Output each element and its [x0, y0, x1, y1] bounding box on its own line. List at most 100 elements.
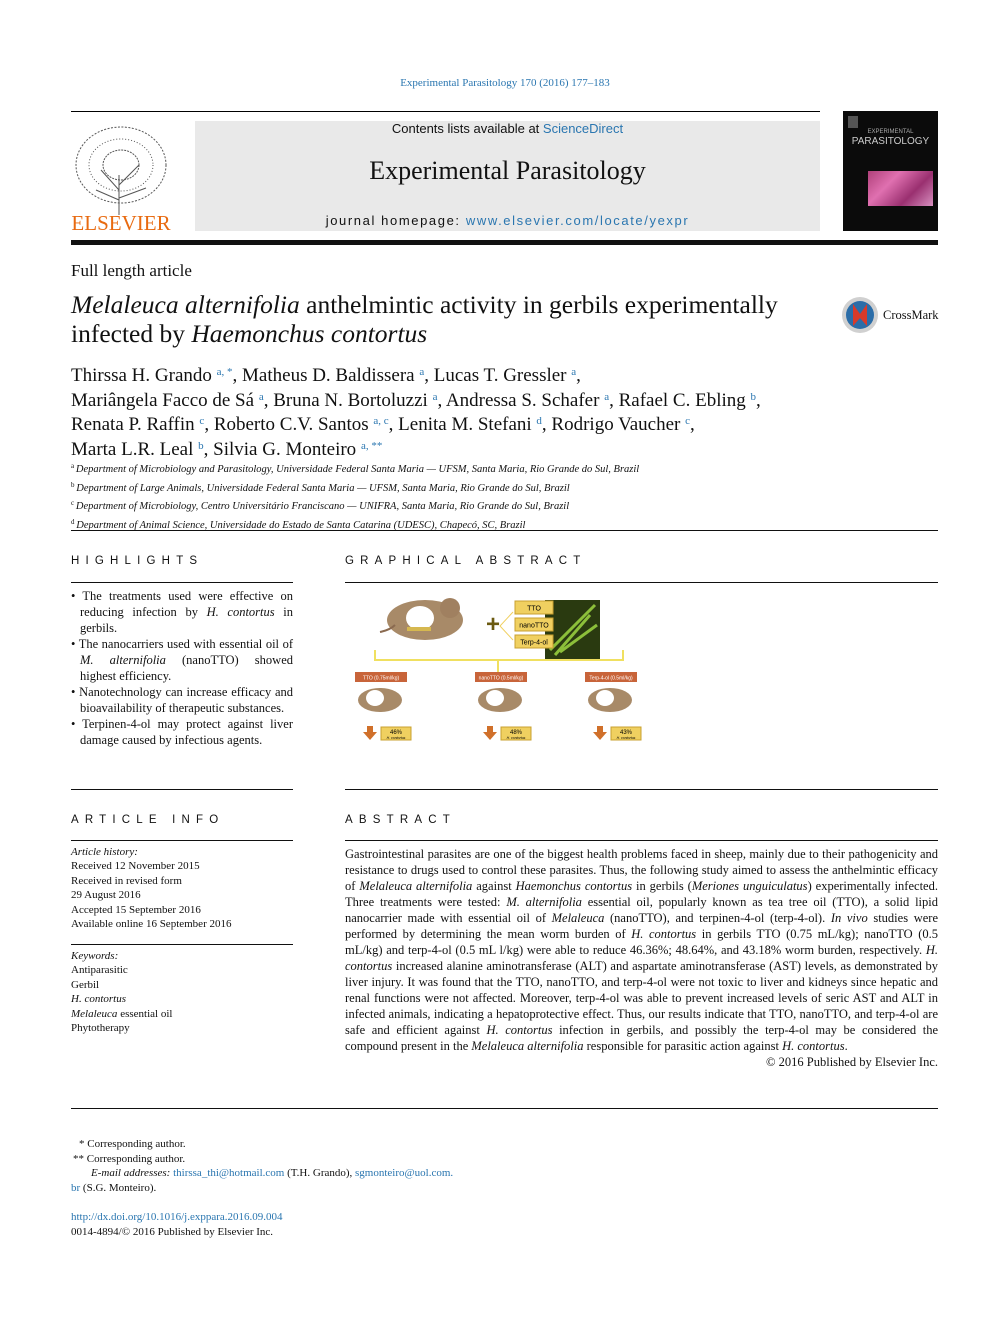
abstract-text: Gastrointestinal parasites are one of th… [345, 846, 938, 1054]
footnote-corresponding-1: Corresponding author. [87, 1138, 186, 1150]
graphical-abstract-heading: GRAPHICAL ABSTRACT [345, 555, 587, 567]
author-affiliation-mark[interactable]: c [199, 415, 204, 427]
article-type: Full length article [71, 261, 192, 280]
keyword[interactable]: Antiparasitic [71, 963, 172, 977]
author-affiliation-mark[interactable]: c [685, 415, 690, 427]
sciencedirect-link[interactable]: ScienceDirect [543, 121, 623, 136]
history-entry: Accepted 15 September 2016 [71, 903, 201, 916]
author-name[interactable]: Roberto C.V. Santos [214, 414, 374, 435]
journal-reference-link[interactable]: Experimental Parasitology 170 (2016) 177… [0, 77, 992, 89]
affiliation: a Department of Microbiology and Parasit… [71, 462, 640, 475]
text-segment: Haemonchus contortus [515, 879, 633, 893]
author-name[interactable]: Rafael C. Ebling [619, 390, 751, 411]
author-name[interactable]: Lucas T. Gressler [434, 365, 572, 386]
text-segment: Melaleuca [551, 911, 605, 925]
history-entry: 29 August 2016 [71, 889, 141, 902]
highlights-list: The treatments used were effective on re… [71, 588, 293, 748]
author-name[interactable]: Marta L.R. Leal [71, 439, 198, 460]
decrease-arrow-icon [593, 726, 607, 740]
divider [71, 111, 820, 112]
parasite-label: H. contortus [507, 736, 526, 740]
author-affiliation-mark[interactable]: a [419, 366, 424, 378]
text-segment: Gerbil [71, 978, 100, 991]
email-link-monteiro-cont[interactable]: br [71, 1182, 80, 1194]
text-segment: essential oil [117, 1007, 173, 1020]
graphical-abstract-figure: + TTOnanoTTOTerp-4-ol TTO (0.75ml/kg)46%… [355, 598, 642, 741]
affiliation: c Department of Microbiology, Centro Uni… [71, 499, 570, 512]
contents-prefix: Contents lists available at [391, 121, 543, 136]
gerbil-main [379, 598, 463, 640]
keyword[interactable]: Melaleuca essential oil [71, 1007, 172, 1021]
author-affiliation-mark[interactable]: a [259, 391, 264, 403]
divider [71, 530, 938, 531]
author-name[interactable]: Thirssa H. Grando [71, 365, 217, 386]
homepage-line: journal homepage: www.elsevier.com/locat… [195, 213, 820, 228]
infection-indicator [366, 690, 384, 706]
divider [71, 944, 293, 945]
text-segment: M. alternifolia [80, 653, 166, 667]
text-segment: Nanotechnology can increase efficacy and… [79, 685, 293, 715]
treatment-label: TTO [527, 606, 541, 613]
author-affiliation-mark[interactable]: a [604, 391, 609, 403]
author-name[interactable]: Renata P. Raffin [71, 414, 199, 435]
issn-line: 0014-4894/© 2016 Published by Elsevier I… [71, 1225, 274, 1238]
text-segment: In vivo [830, 911, 868, 925]
decrease-arrow-icon [363, 726, 377, 740]
group-label: nanoTTO (0.5ml/kg) [479, 676, 524, 682]
text-segment: Haemonchus contortus [191, 319, 428, 348]
author-affiliation-mark[interactable]: a, * [217, 366, 233, 378]
divider [71, 789, 293, 790]
article-history: Article history: Received 12 November 20… [71, 845, 231, 931]
author-affiliation-mark[interactable]: a, c [373, 415, 388, 427]
infection-indicator [486, 690, 504, 706]
text-segment: M. alternifolia [506, 895, 582, 909]
divider [71, 1108, 938, 1109]
author-affiliation-mark[interactable]: b [751, 391, 757, 403]
author-affiliation-mark[interactable]: a [571, 366, 576, 378]
treatment-label: Terp-4-ol [520, 640, 548, 647]
text-segment: Melaleuca alternifolia [471, 1039, 584, 1053]
author-name[interactable]: Silvia G. Monteiro [213, 439, 361, 460]
infection-indicator [596, 690, 614, 706]
email-link-monteiro[interactable]: sgmonteiro@uol.com. [355, 1167, 453, 1179]
decrease-arrow-icon [483, 726, 497, 740]
author-name[interactable]: Lenita M. Stefani [398, 414, 536, 435]
journal-cover-image[interactable]: EXPERIMENTAL PARASITOLOGY [843, 111, 938, 231]
author-name[interactable]: Matheus D. Baldissera [242, 365, 419, 386]
text-segment: responsible for parasitic action against [583, 1039, 783, 1053]
divider [71, 840, 293, 841]
divider [345, 840, 938, 841]
crossmark-button[interactable]: CrossMark [841, 296, 939, 334]
group-label: TTO (0.75ml/kg) [363, 676, 400, 682]
affiliation-list: a Department of Microbiology and Parasit… [71, 459, 639, 533]
email-link-grando[interactable]: thirssa_thi@hotmail.com [173, 1167, 284, 1179]
abstract-copyright: © 2016 Published by Elsevier Inc. [766, 1055, 938, 1069]
email-owner: (S.G. Monteiro). [80, 1181, 157, 1194]
author-name[interactable]: Andressa S. Schafer [446, 390, 604, 411]
homepage-link[interactable]: www.elsevier.com/locate/yexpr [466, 213, 689, 228]
text-segment: The nanocarriers used with essential oil… [78, 637, 293, 651]
highlight-item: Terpinen-4-ol may protect against liver … [71, 716, 293, 748]
email-owner: (T.H. Grando), [284, 1167, 356, 1180]
text-segment: . [844, 1039, 848, 1053]
author-affiliation-mark[interactable]: d [536, 415, 542, 427]
text-segment: (nanoTTO), and terpinen-4-ol (terp-4-ol)… [604, 911, 831, 925]
text-segment: H. contortus [71, 993, 126, 1006]
keyword[interactable]: H. contortus [71, 992, 172, 1006]
doi-link[interactable]: http://dx.doi.org/10.1016/j.exppara.2016… [71, 1211, 283, 1223]
footnotes: * Corresponding author. ** Corresponding… [71, 1137, 453, 1240]
homepage-prefix: journal homepage: [325, 213, 466, 228]
author-affiliation-mark[interactable]: a [433, 391, 438, 403]
author-name[interactable]: Rodrigo Vaucher [551, 414, 685, 435]
author-name[interactable]: Bruna N. Bortoluzzi [273, 390, 432, 411]
author-list: Thirssa H. Grando a, *, Matheus D. Baldi… [71, 365, 761, 460]
keyword[interactable]: Phytotherapy [71, 1021, 172, 1035]
keyword[interactable]: Gerbil [71, 978, 172, 992]
author-name[interactable]: Mariângela Facco de Sá [71, 390, 259, 411]
author-affiliation-mark[interactable]: b [198, 440, 204, 452]
text-segment: H. contortus [631, 927, 697, 941]
article-info-heading: ARTICLE INFO [71, 814, 225, 826]
parasite-label: H. contortus [387, 736, 406, 740]
author-affiliation-mark[interactable]: a, ** [361, 440, 382, 452]
text-segment: Meriones unguiculatus [691, 879, 808, 893]
